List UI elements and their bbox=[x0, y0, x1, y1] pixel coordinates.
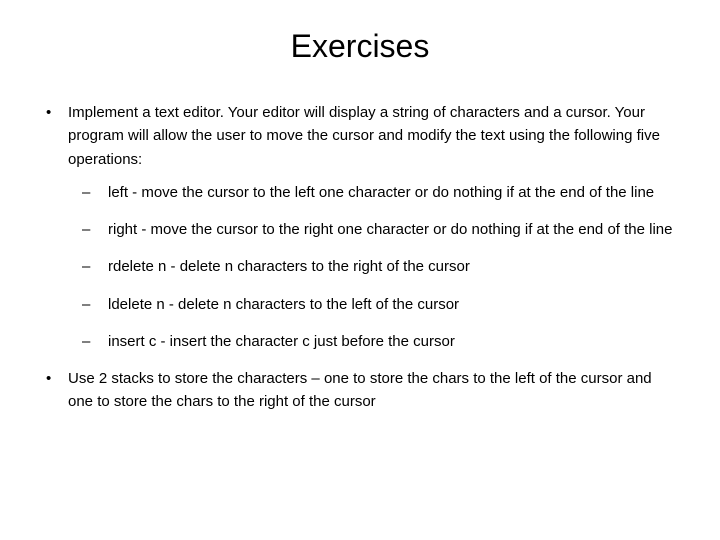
sub-bullet-item: insert c - insert the character c just b… bbox=[68, 330, 680, 353]
bullet-item: Use 2 stacks to store the characters – o… bbox=[40, 367, 680, 414]
bullet-text: Implement a text editor. Your editor wil… bbox=[68, 104, 660, 168]
main-bullet-list: Implement a text editor. Your editor wil… bbox=[40, 101, 680, 414]
sub-bullet-item: rdelete n - delete n characters to the r… bbox=[68, 255, 680, 278]
sub-bullet-item: left - move the cursor to the left one c… bbox=[68, 181, 680, 204]
bullet-item: Implement a text editor. Your editor wil… bbox=[40, 101, 680, 353]
sub-bullet-list: left - move the cursor to the left one c… bbox=[68, 181, 680, 353]
sub-bullet-item: ldelete n - delete n characters to the l… bbox=[68, 293, 680, 316]
sub-bullet-item: right - move the cursor to the right one… bbox=[68, 218, 680, 241]
slide-title: Exercises bbox=[40, 28, 680, 65]
bullet-text: Use 2 stacks to store the characters – o… bbox=[68, 370, 652, 410]
